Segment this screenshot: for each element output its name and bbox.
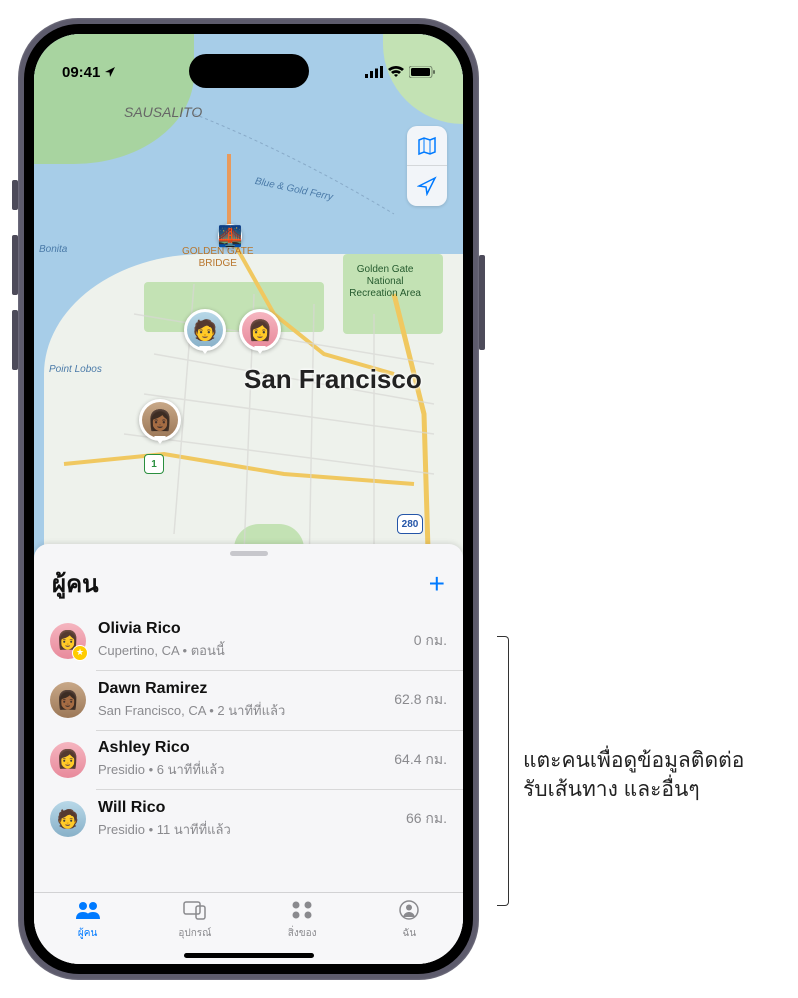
me-icon — [396, 899, 422, 924]
devices-icon — [182, 899, 208, 924]
screen: 09:41 — [34, 34, 463, 964]
person-name: Dawn Ramirez — [98, 680, 382, 698]
battery-icon — [409, 66, 435, 78]
sheet-grabber[interactable] — [230, 551, 268, 556]
person-distance: 66 กม. — [406, 808, 447, 830]
tab-devices[interactable]: อุปกรณ์ — [141, 893, 248, 946]
map-pin-person-3[interactable]: 👩🏾 — [139, 399, 181, 441]
phone-frame: 09:41 — [18, 18, 479, 980]
person-distance: 62.8 กม. — [394, 689, 447, 711]
home-indicator[interactable] — [184, 953, 314, 958]
callout-annotation: แตะคนเพื่อดูข้อมูลติดต่อ รับเส้นทาง และอ… — [497, 636, 797, 916]
dynamic-island — [189, 54, 309, 88]
person-avatar: 👩 — [50, 742, 86, 778]
person-info: Will Rico Presidio • 11 นาทีที่แล้ว — [98, 799, 394, 840]
route-shield-i280: 280 — [397, 514, 423, 534]
tab-me[interactable]: ฉัน — [356, 893, 463, 946]
map-pin-person-1[interactable]: 🧑 — [184, 309, 226, 351]
person-name: Olivia Rico — [98, 620, 402, 638]
route-shield-ca1: 1 — [144, 454, 164, 474]
items-icon — [289, 899, 315, 924]
map-pin-bridge[interactable]: 🌉 — [218, 224, 242, 248]
person-info: Olivia Rico Cupertino, CA • ตอนนี้ — [98, 620, 402, 661]
person-distance: 0 กม. — [414, 630, 447, 652]
person-row[interactable]: 👩★ Olivia Rico Cupertino, CA • ตอนนี้ 0 กม. — [34, 611, 463, 670]
power-button — [479, 255, 485, 350]
person-location: Cupertino, CA • ตอนนี้ — [98, 640, 402, 661]
wifi-icon — [388, 66, 404, 78]
person-location: Presidio • 6 นาทีที่แล้ว — [98, 759, 382, 780]
sheet-title: ผู้คน — [52, 564, 99, 603]
person-avatar: 🧑 — [50, 801, 86, 837]
callout-text: แตะคนเพื่อดูข้อมูลติดต่อ รับเส้นทาง และอ… — [523, 746, 744, 805]
map-pin-person-2[interactable]: 👩 — [239, 309, 281, 351]
person-name: Ashley Rico — [98, 739, 382, 757]
person-avatar: 👩★ — [50, 623, 86, 659]
tab-label: อุปกรณ์ — [178, 926, 211, 941]
map-label-lobos: Point Lobos — [49, 364, 102, 376]
tab-items[interactable]: สิ่งของ — [249, 893, 356, 946]
person-location: San Francisco, CA • 2 นาทีที่แล้ว — [98, 700, 382, 721]
map-controls — [407, 126, 447, 206]
cellular-icon — [365, 66, 383, 78]
location-services-icon — [104, 66, 116, 78]
person-distance: 64.4 กม. — [394, 749, 447, 771]
add-person-button[interactable]: + — [429, 570, 445, 598]
map-label-bridge: GOLDEN GATE BRIDGE — [182, 246, 254, 270]
person-location: Presidio • 11 นาทีที่แล้ว — [98, 819, 394, 840]
people-icon — [75, 899, 101, 924]
callout-bracket — [497, 636, 509, 906]
tab-label: ผู้คน — [78, 926, 97, 941]
map-label-park: Golden Gate National Recreation Area — [349, 264, 421, 300]
tab-label: ฉัน — [403, 926, 417, 941]
person-info: Dawn Ramirez San Francisco, CA • 2 นาทีที… — [98, 680, 382, 721]
locate-button[interactable] — [407, 166, 447, 206]
person-row[interactable]: 👩 Ashley Rico Presidio • 6 นาทีที่แล้ว 64.4… — [34, 730, 463, 789]
tab-label: สิ่งของ — [288, 926, 317, 941]
person-avatar: 👩🏾 — [50, 682, 86, 718]
map-city-label: San Francisco — [244, 364, 422, 395]
status-time: 09:41 — [62, 64, 100, 81]
map-label-bonita: Bonita — [39, 244, 67, 256]
map-icon — [417, 136, 437, 156]
person-row[interactable]: 👩🏾 Dawn Ramirez San Francisco, CA • 2 นาที… — [34, 671, 463, 730]
locate-icon — [417, 176, 437, 196]
person-row[interactable]: 🧑 Will Rico Presidio • 11 นาทีที่แล้ว 66 กม… — [34, 790, 463, 849]
person-name: Will Rico — [98, 799, 394, 817]
map-view[interactable]: SAUSALITO GOLDEN GATE BRIDGE Golden Gate… — [34, 34, 463, 624]
person-info: Ashley Rico Presidio • 6 นาทีที่แล้ว — [98, 739, 382, 780]
map-label-sausalito: SAUSALITO — [124, 104, 202, 121]
tab-people[interactable]: ผู้คน — [34, 893, 141, 946]
map-mode-button[interactable] — [407, 126, 447, 166]
favorite-star-icon: ★ — [72, 645, 88, 661]
